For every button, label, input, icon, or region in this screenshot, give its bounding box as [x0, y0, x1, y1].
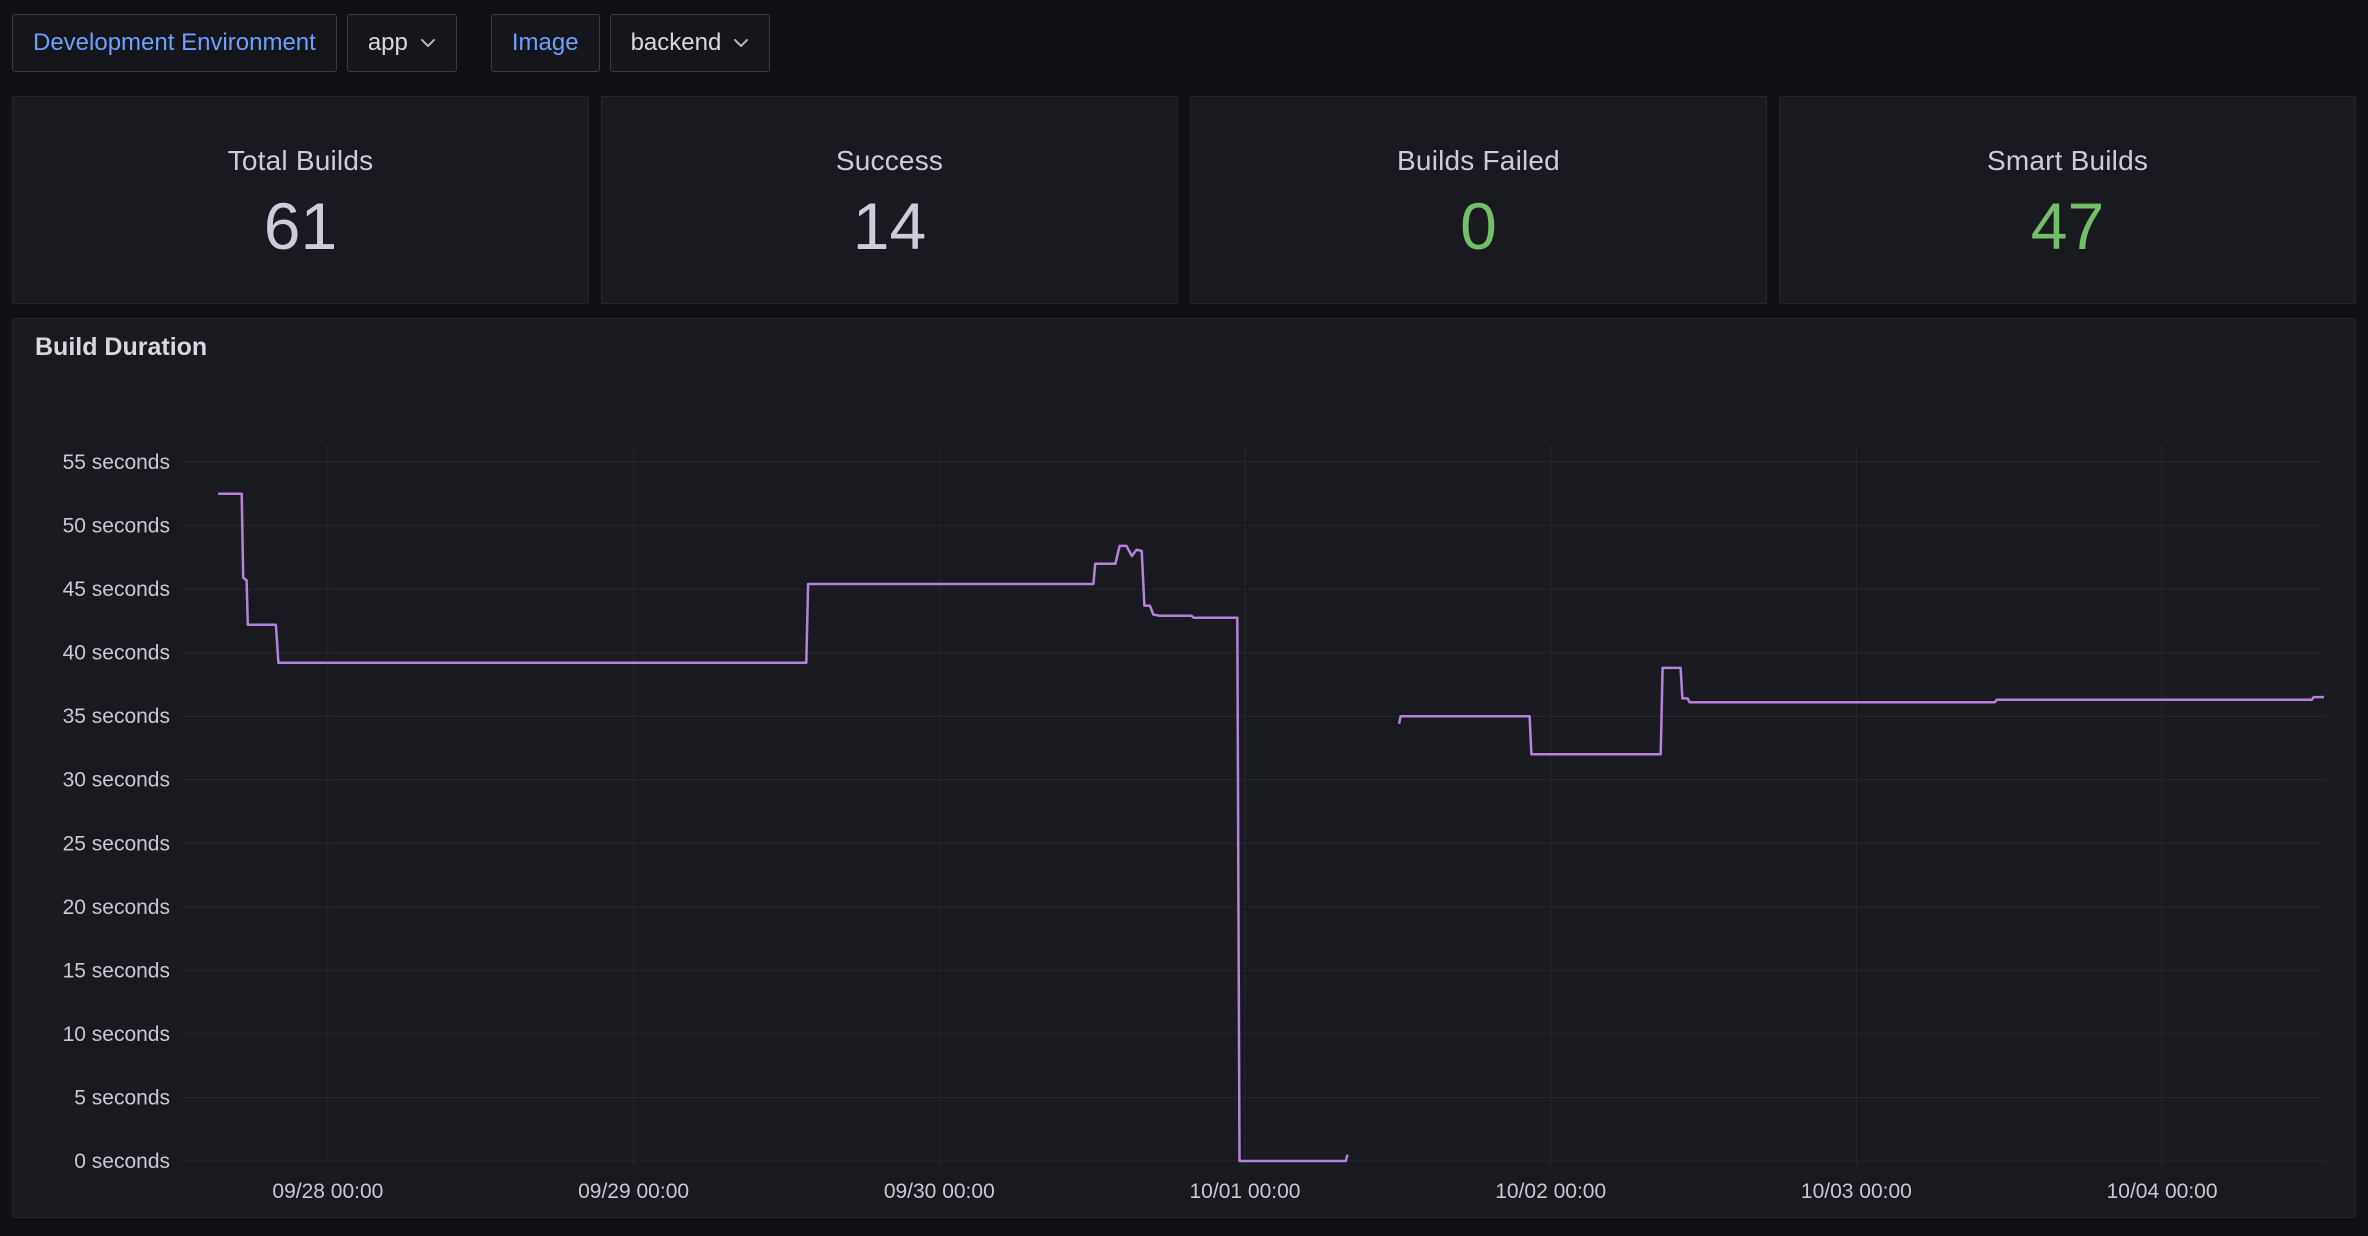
- stat-value: 47: [2031, 193, 2104, 259]
- chevron-down-icon: [420, 38, 436, 48]
- y-tick-label: 25 seconds: [63, 832, 170, 855]
- series-line-build-duration: [1399, 668, 2324, 754]
- x-tick-label: 09/29 00:00: [578, 1180, 689, 1203]
- build-duration-chart[interactable]: 0 seconds 5 seconds 10 seconds 15 seconds 20…: [13, 319, 2355, 1217]
- image-variable-label[interactable]: Image: [491, 14, 600, 72]
- y-tick-label: 55 seconds: [63, 451, 170, 474]
- y-tick-label: 5 seconds: [74, 1086, 170, 1109]
- y-tick-label: 20 seconds: [63, 896, 170, 919]
- stat-panel-success: Success 14: [601, 96, 1178, 304]
- image-variable-dropdown[interactable]: backend: [610, 14, 771, 72]
- env-variable-label[interactable]: Development Environment: [12, 14, 337, 72]
- y-tick-label: 0 seconds: [74, 1150, 170, 1173]
- stat-panels-row: Total Builds 61 Success 14 Builds Failed…: [12, 96, 2356, 304]
- image-variable-value: backend: [631, 29, 722, 57]
- stat-value: 0: [1460, 193, 1497, 259]
- y-tick-label: 40 seconds: [63, 642, 170, 665]
- stat-value: 61: [264, 193, 337, 259]
- x-tick-label: 10/03 00:00: [1801, 1180, 1912, 1203]
- x-tick-label: 09/28 00:00: [272, 1180, 383, 1203]
- x-tick-label: 09/30 00:00: [884, 1180, 995, 1203]
- y-tick-label: 15 seconds: [63, 959, 170, 982]
- env-variable-label-text: Development Environment: [33, 29, 316, 57]
- stat-title: Success: [836, 145, 943, 177]
- y-tick-label: 30 seconds: [63, 769, 170, 792]
- env-variable-value: app: [368, 29, 408, 57]
- image-variable-label-text: Image: [512, 29, 579, 57]
- stat-title: Builds Failed: [1397, 145, 1560, 177]
- build-duration-panel: Build Duration 0 seconds5 seconds10 seco…: [12, 318, 2356, 1218]
- y-tick-label: 45 seconds: [63, 578, 170, 601]
- chevron-down-icon: [733, 38, 749, 48]
- variables-toolbar: Development Environment app Image backen…: [12, 14, 2356, 72]
- y-tick-label: 10 seconds: [63, 1023, 170, 1046]
- env-variable-dropdown[interactable]: app: [347, 14, 457, 72]
- stat-panel-smart-builds: Smart Builds 47: [1779, 96, 2356, 304]
- stat-title: Smart Builds: [1987, 145, 2148, 177]
- stat-panel-builds-failed: Builds Failed 0: [1190, 96, 1767, 304]
- grafana-dashboard: Development Environment app Image backen…: [0, 0, 2368, 1236]
- stat-title: Total Builds: [228, 145, 374, 177]
- stat-panel-total-builds: Total Builds 61: [12, 96, 589, 304]
- x-tick-label: 10/01 00:00: [1190, 1180, 1301, 1203]
- y-tick-label: 35 seconds: [63, 705, 170, 728]
- y-tick-label: 50 seconds: [63, 515, 170, 538]
- x-tick-label: 10/04 00:00: [2107, 1180, 2218, 1203]
- series-line-build-duration: [218, 494, 1347, 1161]
- stat-value: 14: [853, 193, 926, 259]
- x-tick-label: 10/02 00:00: [1495, 1180, 1606, 1203]
